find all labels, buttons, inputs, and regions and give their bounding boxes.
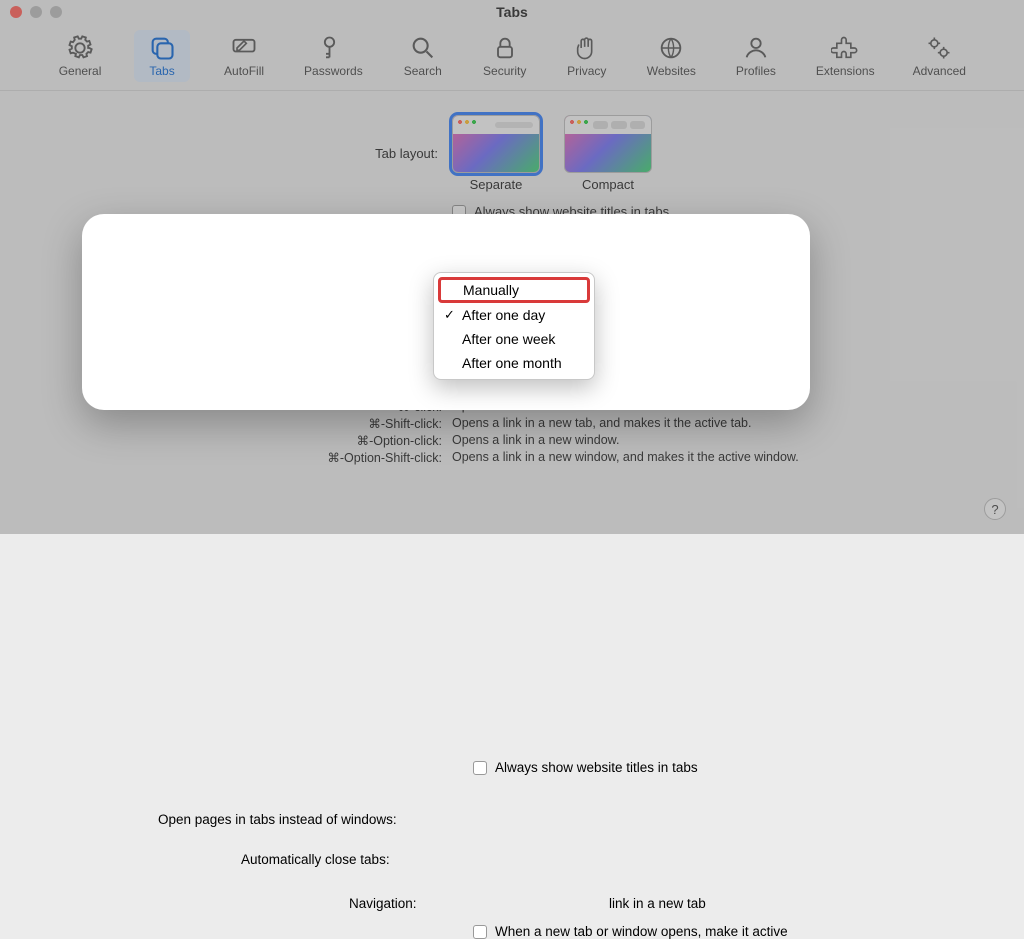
toolbar-search[interactable]: Search — [395, 30, 451, 82]
toolbar-label: Security — [483, 64, 526, 78]
tab-layout-label: Tab layout: — [12, 146, 452, 161]
layout-compact[interactable]: Compact — [564, 115, 652, 192]
toolbar-advanced[interactable]: Advanced — [907, 30, 972, 82]
always-show-titles-label-front: Always show website titles in tabs — [495, 760, 698, 775]
navigation-suffix-front: link in a new tab — [609, 896, 706, 911]
auto-close-label-front: Automatically close tabs: — [241, 852, 390, 867]
gears-icon — [925, 34, 953, 62]
help-button[interactable]: ? — [984, 498, 1006, 520]
toolbar-profiles[interactable]: Profiles — [728, 30, 784, 82]
pencil-box-icon — [230, 34, 258, 62]
active-on-open-label-front: When a new tab or window opens, make it … — [495, 924, 788, 939]
menu-item-one-month[interactable]: After one month — [438, 351, 590, 375]
toolbar-label: Websites — [647, 64, 696, 78]
layout-compact-label: Compact — [582, 177, 634, 192]
layout-separate[interactable]: Separate — [452, 115, 540, 192]
shortcut-desc: Opens a link in a new window, and makes … — [452, 450, 1012, 465]
lock-icon — [491, 34, 519, 62]
shortcut-key: ⌘-Option-click: — [12, 433, 452, 448]
toolbar-label: Search — [404, 64, 442, 78]
toolbar-tabs[interactable]: Tabs — [134, 30, 190, 82]
shortcut-desc: Opens a link in a new window. — [452, 433, 1012, 448]
shortcut-key: ⌘-Option-Shift-click: — [12, 450, 452, 465]
always-show-titles-checkbox-front[interactable] — [473, 761, 487, 775]
toolbar-privacy[interactable]: Privacy — [559, 30, 615, 82]
shortcut-desc: Opens a link in a new tab, and makes it … — [452, 416, 1012, 431]
search-icon — [409, 34, 437, 62]
toolbar-general[interactable]: General — [52, 30, 108, 82]
layout-separate-label: Separate — [470, 177, 523, 192]
toolbar-websites[interactable]: Websites — [641, 30, 702, 82]
globe-icon — [657, 34, 685, 62]
toolbar-label: Privacy — [567, 64, 606, 78]
toolbar-label: Profiles — [736, 64, 776, 78]
toolbar-security[interactable]: Security — [477, 30, 533, 82]
key-icon — [319, 34, 347, 62]
open-pages-label-front: Open pages in tabs instead of windows: — [158, 812, 397, 827]
window-title: Tabs — [0, 4, 1024, 20]
toolbar-label: Extensions — [816, 64, 875, 78]
toolbar-autofill[interactable]: AutoFill — [216, 30, 272, 82]
titlebar: Tabs — [0, 0, 1024, 24]
toolbar-label: Passwords — [304, 64, 363, 78]
navigation-label-front: Navigation: — [349, 896, 417, 911]
toolbar-label: Advanced — [913, 64, 966, 78]
toolbar-extensions[interactable]: Extensions — [810, 30, 881, 82]
toolbar-label: AutoFill — [224, 64, 264, 78]
person-icon — [742, 34, 770, 62]
menu-item-one-day[interactable]: After one day — [438, 303, 590, 327]
preferences-toolbar: General Tabs AutoFill Passwords Search S… — [0, 24, 1024, 91]
puzzle-icon — [831, 34, 859, 62]
shortcut-key: ⌘-Shift-click: — [12, 416, 452, 431]
active-on-open-checkbox-front[interactable] — [473, 925, 487, 939]
menu-item-manually[interactable]: Manually — [438, 277, 590, 303]
menu-item-one-week[interactable]: After one week — [438, 327, 590, 351]
toolbar-label: Tabs — [149, 64, 174, 78]
tabs-icon — [148, 34, 176, 62]
hand-icon — [573, 34, 601, 62]
toolbar-label: General — [59, 64, 102, 78]
toolbar-passwords[interactable]: Passwords — [298, 30, 369, 82]
auto-close-menu[interactable]: Manually After one day After one week Af… — [433, 272, 595, 380]
gear-icon — [66, 34, 94, 62]
